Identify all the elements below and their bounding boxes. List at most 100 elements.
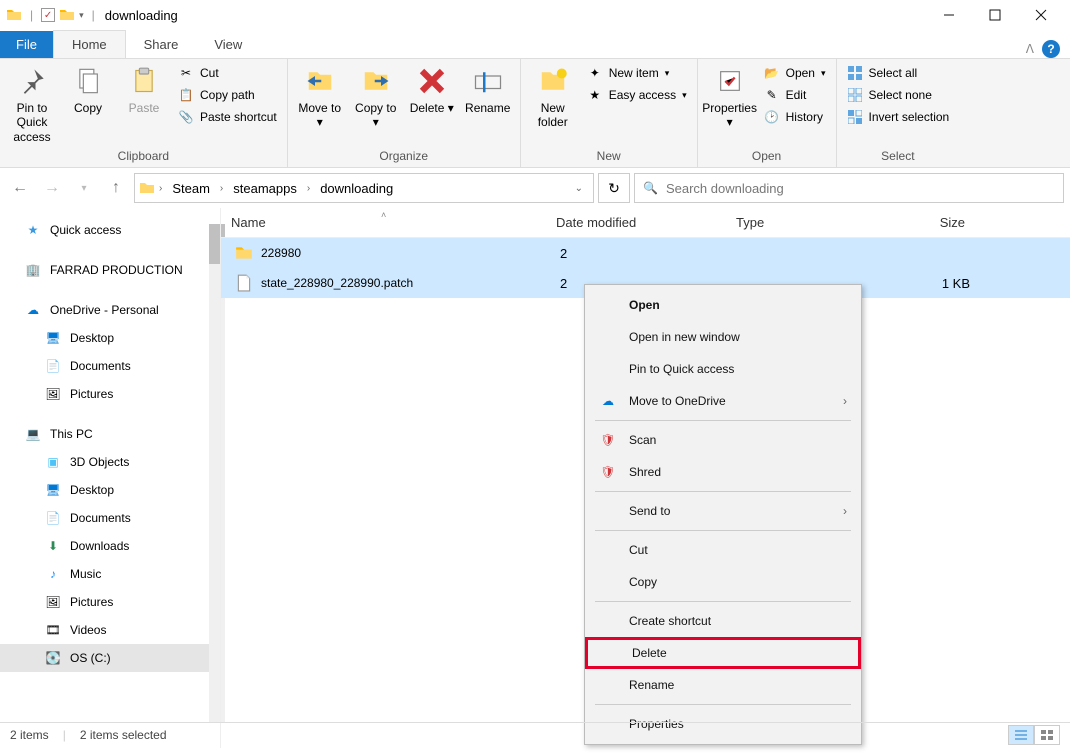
minimize-button[interactable] (926, 0, 972, 30)
select-all-icon (847, 65, 863, 81)
forward-button[interactable]: → (38, 174, 66, 202)
new-item-icon: ✦ (587, 65, 603, 81)
sidebar-pc-os[interactable]: 💽OS (C:) (0, 644, 220, 672)
cm-cut[interactable]: Cut (585, 534, 861, 566)
sidebar-od-documents[interactable]: 📄Documents (0, 352, 220, 380)
copy-path-icon: 📋 (178, 87, 194, 103)
sidebar-custom[interactable]: 🏢FARRAD PRODUCTION (0, 256, 220, 284)
cut-button[interactable]: ✂Cut (174, 63, 281, 83)
delete-button[interactable]: Delete ▾ (406, 63, 458, 117)
edit-icon: ✎ (764, 87, 780, 103)
breadcrumb-item[interactable]: Steam (166, 177, 216, 200)
pin-to-quick-access-button[interactable]: Pin to Quick access (6, 63, 58, 146)
videos-icon: 🎞 (44, 621, 62, 639)
cm-delete[interactable]: Delete (585, 637, 861, 669)
refresh-button[interactable]: ↻ (598, 173, 630, 203)
sidebar-pc-videos[interactable]: 🎞Videos (0, 616, 220, 644)
edit-button[interactable]: ✎Edit (760, 85, 830, 105)
copy-button[interactable]: Copy (62, 63, 114, 117)
properties-icon (714, 65, 746, 97)
rename-button[interactable]: Rename (462, 63, 514, 117)
easy-access-button[interactable]: ★Easy access ▾ (583, 85, 691, 105)
easy-access-icon: ★ (587, 87, 603, 103)
qat-dropdown-icon[interactable]: ▾ (79, 10, 84, 21)
building-icon: 🏢 (24, 261, 42, 279)
paste-button[interactable]: Paste (118, 63, 170, 117)
invert-selection-button[interactable]: Invert selection (843, 107, 954, 127)
sidebar-pc-documents[interactable]: 📄Documents (0, 504, 220, 532)
large-icons-view-button[interactable] (1034, 725, 1060, 745)
view-tab[interactable]: View (196, 31, 260, 58)
address-dropdown-icon[interactable]: ⌄ (569, 183, 589, 194)
cm-shred[interactable]: 🛡Shred (585, 456, 861, 488)
cm-copy[interactable]: Copy (585, 566, 861, 598)
address-bar[interactable]: › Steam › steamapps › downloading ⌄ (134, 173, 594, 203)
move-to-icon (304, 65, 336, 97)
sidebar-pc-music[interactable]: ♪Music (0, 560, 220, 588)
scissors-icon: ✂ (178, 65, 194, 81)
open-button[interactable]: 📂Open ▾ (760, 63, 830, 83)
folder-icon (235, 244, 253, 262)
history-button[interactable]: 🕑History (760, 107, 830, 127)
column-size[interactable]: Size (876, 215, 976, 230)
new-folder-icon (537, 65, 569, 97)
close-button[interactable] (1018, 0, 1064, 30)
recent-locations-button[interactable]: ▾ (70, 174, 98, 202)
star-icon: ★ (24, 221, 42, 239)
help-icon[interactable]: ? (1042, 40, 1060, 58)
column-type[interactable]: Type (726, 215, 876, 230)
sidebar-pc-downloads[interactable]: ⬇Downloads (0, 532, 220, 560)
sidebar-pc-pictures[interactable]: 🖼Pictures (0, 588, 220, 616)
open-icon: 📂 (764, 65, 780, 81)
back-button[interactable]: ← (6, 174, 34, 202)
properties-button[interactable]: Properties ▾ (704, 63, 756, 132)
select-all-button[interactable]: Select all (843, 63, 954, 83)
paste-shortcut-icon: 📎 (178, 109, 194, 125)
cm-open-new-window[interactable]: Open in new window (585, 321, 861, 353)
new-item-button[interactable]: ✦New item ▾ (583, 63, 691, 83)
collapse-ribbon-icon[interactable]: ᐱ (1026, 42, 1034, 56)
copy-to-button[interactable]: Copy to ▾ (350, 63, 402, 132)
documents-icon: 📄 (44, 509, 62, 527)
up-button[interactable]: ↑ (102, 174, 130, 202)
sidebar-pc-desktop[interactable]: 🖥Desktop (0, 476, 220, 504)
home-tab[interactable]: Home (53, 30, 126, 58)
delete-x-icon (416, 65, 448, 97)
qat-checkbox-icon[interactable]: ✓ (41, 8, 55, 22)
copy-icon (72, 65, 104, 97)
pictures-icon: 🖼 (44, 593, 62, 611)
sidebar-onedrive[interactable]: ☁OneDrive - Personal (0, 296, 220, 324)
new-folder-button[interactable]: New folder (527, 63, 579, 132)
file-row[interactable]: 228980 2 (221, 238, 1070, 268)
copy-path-button[interactable]: 📋Copy path (174, 85, 281, 105)
move-to-button[interactable]: Move to ▾ (294, 63, 346, 132)
sidebar-quick-access[interactable]: ★Quick access (0, 216, 220, 244)
desktop-icon: 🖥 (44, 329, 62, 347)
pc-icon: 💻 (24, 425, 42, 443)
details-view-button[interactable] (1008, 725, 1034, 745)
cm-move-onedrive[interactable]: ☁Move to OneDrive› (585, 385, 861, 417)
cm-pin-quick-access[interactable]: Pin to Quick access (585, 353, 861, 385)
sidebar-this-pc[interactable]: 💻This PC (0, 420, 220, 448)
ribbon: Pin to Quick access Copy Paste ✂Cut 📋Cop… (0, 58, 1070, 168)
qat-folder-icon[interactable] (59, 7, 75, 23)
file-tab[interactable]: File (0, 31, 53, 58)
breadcrumb-item[interactable]: downloading (314, 177, 399, 200)
paste-shortcut-button[interactable]: 📎Paste shortcut (174, 107, 281, 127)
share-tab[interactable]: Share (126, 31, 197, 58)
navigation-pane: ★Quick access 🏢FARRAD PRODUCTION ☁OneDri… (0, 208, 220, 748)
sidebar-od-desktop[interactable]: 🖥Desktop (0, 324, 220, 352)
column-date[interactable]: Date modified (546, 215, 726, 230)
cm-scan[interactable]: 🛡Scan (585, 424, 861, 456)
sidebar-od-pictures[interactable]: 🖼Pictures (0, 380, 220, 408)
sidebar-3d-objects[interactable]: ▣3D Objects (0, 448, 220, 476)
cloud-icon: ☁ (24, 301, 42, 319)
cm-send-to[interactable]: Send to› (585, 495, 861, 527)
breadcrumb-item[interactable]: steamapps (227, 177, 303, 200)
search-input[interactable]: 🔍 Search downloading (634, 173, 1064, 203)
cm-rename[interactable]: Rename (585, 669, 861, 701)
maximize-button[interactable] (972, 0, 1018, 30)
select-none-button[interactable]: Select none (843, 85, 954, 105)
cm-create-shortcut[interactable]: Create shortcut (585, 605, 861, 637)
cm-open[interactable]: Open (585, 289, 861, 321)
